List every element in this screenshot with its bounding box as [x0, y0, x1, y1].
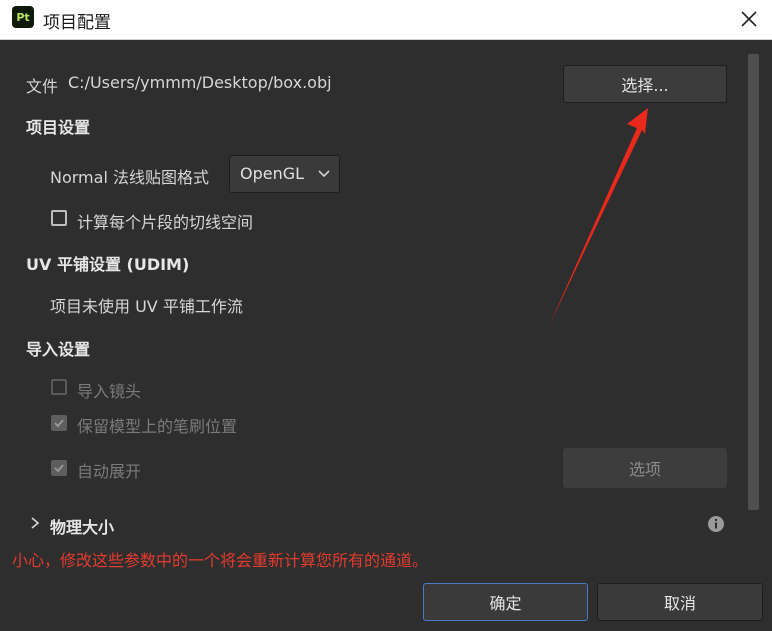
uv-settings-heading: UV 平铺设置 (UDIM)	[26, 255, 190, 274]
cancel-button[interactable]: 取消	[597, 583, 763, 621]
file-path: C:/Users/ymmm/Desktop/box.obj	[68, 73, 332, 92]
chevron-down-icon	[318, 170, 330, 178]
auto-unwrap-checkbox[interactable]	[51, 460, 67, 476]
choose-file-button[interactable]: 选择...	[563, 65, 727, 103]
import-camera-checkbox[interactable]	[51, 379, 67, 395]
tangent-label: 计算每个片段的切线空间	[77, 213, 254, 232]
tangent-checkbox[interactable]	[51, 210, 67, 226]
import-settings-heading: 导入设置	[26, 340, 91, 359]
close-icon	[741, 11, 757, 27]
info-icon[interactable]	[707, 515, 725, 533]
uv-status-text: 项目未使用 UV 平铺工作流	[50, 297, 243, 316]
physical-size-heading[interactable]: 物理大小	[50, 514, 114, 538]
normal-format-value: OpenGL	[240, 164, 305, 183]
project-settings-heading: 项目设置	[26, 118, 91, 137]
title-bar: Pt 项目配置	[0, 0, 772, 40]
chevron-right-icon[interactable]	[28, 515, 42, 531]
window-title: 项目配置	[43, 13, 111, 33]
dialog-body	[0, 40, 772, 631]
checkmark-icon	[54, 464, 64, 473]
normal-format-label: Normal 法线贴图格式	[50, 168, 209, 187]
keep-brush-checkbox[interactable]	[51, 415, 67, 431]
auto-unwrap-label: 自动展开	[77, 462, 142, 481]
file-label: 文件	[26, 77, 59, 96]
normal-format-select[interactable]: OpenGL	[229, 155, 340, 193]
warning-message: 小心，修改这些参数中的一个将会重新计算您所有的通道。	[12, 551, 429, 570]
app-logo-icon: Pt	[12, 6, 34, 28]
import-camera-label: 导入镜头	[77, 382, 142, 401]
keep-brush-label: 保留模型上的笔刷位置	[77, 417, 238, 436]
close-button[interactable]	[732, 2, 766, 36]
unwrap-options-button[interactable]: 选项	[563, 448, 727, 488]
checkmark-icon	[54, 419, 64, 428]
scrollbar-thumb[interactable]	[748, 54, 759, 510]
ok-button[interactable]: 确定	[423, 583, 588, 621]
